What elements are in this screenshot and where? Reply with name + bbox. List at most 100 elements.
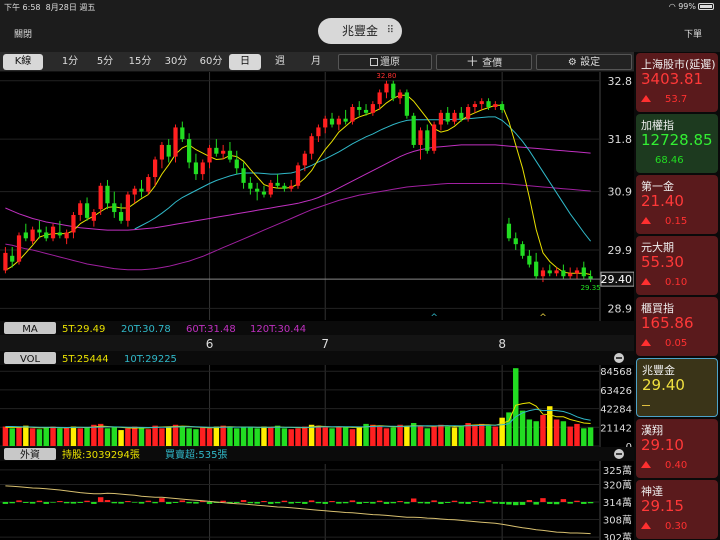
volume-bar (519, 410, 526, 446)
candle-body (50, 226, 56, 239)
volume-bar (281, 428, 288, 446)
candle-body (574, 270, 580, 274)
period-month[interactable]: 月 (302, 54, 330, 70)
period-15min[interactable]: 15分 (124, 54, 156, 70)
candle-body (506, 223, 512, 239)
period-5min[interactable]: 5分 (91, 54, 119, 70)
candle-body (227, 150, 233, 160)
candle-body (520, 244, 525, 256)
watchlist-item[interactable]: 加權指 12728.85 68.46 (636, 114, 718, 173)
volume-bar (29, 428, 36, 446)
price-tag: 29.40 (601, 273, 633, 286)
foreign-netbuy-bar (57, 501, 63, 502)
foreign-netbuy-bar (50, 502, 56, 503)
period-60min[interactable]: 60分 (195, 54, 227, 70)
candle-body (343, 118, 348, 122)
watchlist-item[interactable]: 第一金 21.40 0.15 (636, 175, 718, 234)
foreign-netbuy-bar (397, 501, 403, 502)
foreign-netbuy-bar (417, 502, 424, 504)
period-day[interactable]: 日 (229, 54, 261, 70)
candle-body (159, 144, 165, 160)
vol-legend-entry: 10T:29225 (124, 354, 177, 365)
volume-bar (63, 427, 70, 446)
foreign-netbuy-bar (36, 500, 43, 502)
candle-body (527, 255, 532, 265)
foreign-netbuy-bar (451, 500, 458, 502)
foreign-netbuy-bar (574, 500, 580, 502)
volume-bar (43, 427, 49, 446)
foreign-netbuy-bar (383, 502, 390, 504)
volume-bar (587, 427, 594, 446)
arrow-up-icon (641, 278, 651, 285)
candle-body (418, 130, 423, 145)
foreign-netbuy-bar (268, 502, 274, 504)
candle-body (248, 182, 253, 189)
candle-body (234, 159, 239, 169)
period-toolbar: K線 1分 5分 15分 30分 60分 日 週 月 還原 ＋ 查價 ⚙ 設定 (0, 52, 634, 72)
arrow-up-icon (641, 461, 651, 468)
kline-chart-svg[interactable]: 67832.831.830.929.928.932.8029.4029.35^^… (0, 72, 634, 540)
volume-bar (302, 426, 308, 446)
candle-body (112, 203, 117, 213)
watchlist-item[interactable]: 元大期 55.30 0.10 (636, 236, 718, 295)
chart-area[interactable]: 67832.831.830.929.928.932.8029.4029.35^^… (0, 72, 634, 540)
watchlist-item[interactable]: 櫃買指 165.86 0.05 (636, 297, 718, 356)
volume-bar (220, 425, 226, 446)
top-bar-right (634, 14, 720, 52)
volume-bar (533, 421, 539, 446)
foreign-netbuy-bar (567, 502, 573, 504)
foreign-netbuy-bar (322, 502, 328, 504)
candle-body (309, 136, 314, 154)
arrow-up-icon (641, 217, 651, 224)
lookup-button[interactable]: ＋ 查價 (436, 54, 532, 70)
foreign-netbuy-bar (540, 498, 546, 502)
foreign-netbuy-bar (172, 502, 179, 503)
candle-body (44, 232, 49, 239)
foreign-netbuy-bar (63, 502, 70, 504)
volume-bar (553, 419, 560, 446)
candle-body (329, 118, 335, 125)
watchlist-sidebar: 上海股市(延遲) 3403.81 53.7 加權指 12728.85 68.46 第一金 21… (634, 52, 720, 540)
foreign-netbuy-bar (410, 498, 417, 502)
candle-body (200, 162, 205, 175)
y-tick-label: 308萬 (603, 514, 632, 527)
watchlist-item[interactable]: 兆豐金 29.40 (636, 358, 718, 417)
volume-bar (356, 426, 362, 446)
foreign-netbuy-bar (302, 502, 308, 504)
volume-bar (240, 426, 247, 446)
foreign-netbuy-bar (118, 502, 124, 504)
candle-body (30, 229, 35, 242)
foreign-netbuy-bar (587, 502, 594, 504)
candle-body (207, 147, 212, 163)
restore-toggle[interactable]: 還原 (338, 54, 432, 70)
watchlist-item[interactable]: 神達 29.15 0.30 (636, 480, 718, 539)
order-button[interactable]: 下單 (684, 27, 702, 40)
y-tick-label: 32.8 (608, 75, 633, 88)
close-button[interactable]: 關閉 (14, 27, 32, 40)
volume-bar (23, 425, 29, 446)
foreign-netbuy-bar (370, 502, 376, 504)
period-1min[interactable]: 1分 (56, 54, 84, 70)
foreign-netbuy-bar (547, 502, 553, 504)
chart-type-button[interactable]: K線 (3, 54, 43, 70)
volume-bar (200, 427, 206, 446)
foreign-netbuy-bar (390, 502, 396, 504)
volume-bar (322, 427, 328, 446)
volume-bar (349, 429, 356, 446)
settings-button[interactable]: ⚙ 設定 (536, 54, 632, 70)
watchlist-item[interactable]: 上海股市(延遲) 3403.81 53.7 (636, 53, 718, 112)
volume-bar (560, 421, 567, 446)
volume-bar (438, 424, 444, 446)
candle-body (336, 118, 341, 125)
stock-selector[interactable]: 兆豐金 ⠿ (318, 18, 402, 44)
candle-body (173, 127, 178, 157)
y-tick-label: 314萬 (603, 496, 632, 509)
watchlist-item[interactable]: 漢翔 29.10 0.40 (636, 419, 718, 478)
watchlist-item-price: 29.15 (641, 497, 684, 515)
period-week[interactable]: 週 (266, 54, 294, 70)
volume-bar (118, 430, 124, 446)
foreign-netbuy-bar (485, 500, 492, 502)
volume-bar (472, 424, 478, 446)
watchlist-item-change: 0.40 (641, 460, 715, 471)
period-30min[interactable]: 30分 (160, 54, 192, 70)
